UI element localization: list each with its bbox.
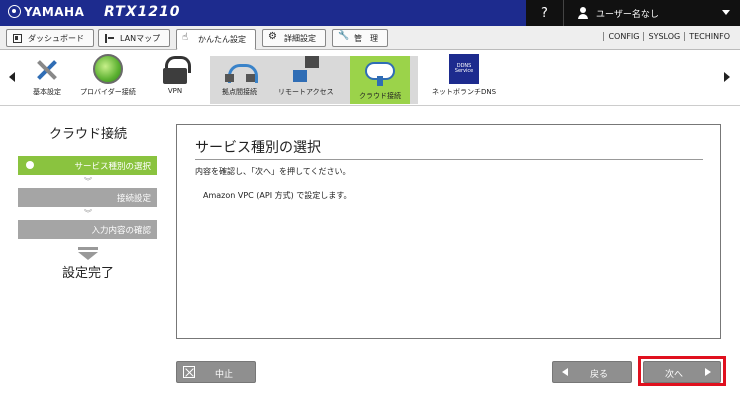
wizard-title: クラウド接続 xyxy=(48,127,127,142)
yamaha-emblem-icon xyxy=(8,5,21,18)
user-icon xyxy=(578,7,588,19)
feature-netvolante-dns[interactable]: DDNS Service ネットボランチDNS xyxy=(432,54,496,102)
wizard-step-connection-settings: 接続設定 xyxy=(18,188,157,207)
user-name: ユーザー名なし xyxy=(596,9,659,20)
feature-label: ネットボランチDNS xyxy=(432,88,497,96)
feature-label: 基本設定 xyxy=(33,88,61,96)
feature-remote-access[interactable]: リモートアクセス xyxy=(278,54,334,102)
syslog-link[interactable]: SYSLOG xyxy=(643,32,684,41)
next-button[interactable]: 次へ xyxy=(643,361,721,383)
feature-label: リモートアクセス xyxy=(278,88,334,96)
tools-icon xyxy=(32,54,62,84)
button-label: 中止 xyxy=(215,370,234,380)
title-divider xyxy=(195,159,703,160)
left-arrow-icon xyxy=(562,368,568,376)
button-label: 戻る xyxy=(590,370,609,380)
feature-label: 拠点間接続 xyxy=(222,88,257,96)
feature-label: プロバイダー接続 xyxy=(80,88,136,96)
chevron-down-icon: ︾ xyxy=(84,209,92,218)
tab-label: ダッシュボード xyxy=(28,33,84,43)
wrench-icon xyxy=(338,31,349,43)
header-links: CONFIG SYSLOG TECHINFO xyxy=(603,32,734,41)
ddns-badge-line: Service xyxy=(454,68,474,74)
tab-lan-map[interactable]: LANマップ xyxy=(98,29,170,47)
model-name: RTX1210 xyxy=(104,4,181,20)
right-arrow-icon xyxy=(705,368,711,376)
chevron-down-icon: ︾ xyxy=(84,177,92,186)
header-right: ? ユーザー名なし xyxy=(526,0,740,26)
remote-access-icon xyxy=(291,54,321,84)
lock-icon xyxy=(160,54,191,84)
feature-cloud-connection[interactable]: クラウド接続 xyxy=(350,56,410,104)
feature-vpn[interactable]: VPN xyxy=(160,54,191,102)
tab-easy-setup[interactable]: かんたん設定 xyxy=(176,29,256,50)
site-connection-icon xyxy=(224,54,258,84)
ddns-icon: DDNS Service xyxy=(449,54,480,84)
panel-title: サービス種別の選択 xyxy=(195,140,321,156)
feature-provider-connection[interactable]: プロバイダー接続 xyxy=(80,54,136,102)
current-step-dot-icon xyxy=(26,161,34,169)
feature-label: VPN xyxy=(167,87,183,95)
main-tabs: ダッシュボード LANマップ かんたん設定 詳細設定 管 理 CONFIG SY… xyxy=(0,26,740,50)
back-button[interactable]: 戻る xyxy=(552,361,632,383)
feature-site-connection[interactable]: 拠点間接続 xyxy=(222,54,258,102)
globe-icon xyxy=(92,54,123,84)
tab-label: LANマップ xyxy=(120,33,161,43)
tab-advanced-settings[interactable]: 詳細設定 xyxy=(262,29,326,47)
help-button[interactable]: ? xyxy=(526,0,564,26)
tab-label: 詳細設定 xyxy=(284,33,316,43)
feature-label: クラウド接続 xyxy=(359,92,401,100)
close-icon xyxy=(183,366,195,378)
scroll-right-icon[interactable] xyxy=(724,72,730,82)
content-panel: サービス種別の選択 内容を確認し、「次へ」を押してください。 Amazon VP… xyxy=(176,124,721,339)
wizard-step-complete: 設定完了 xyxy=(61,266,114,281)
wizard-step-service-type: サービス種別の選択 xyxy=(18,156,157,175)
panel-instruction: 内容を確認し、「次へ」を押してください。 xyxy=(195,167,351,176)
app-header: YAMAHA RTX1210 ? ユーザー名なし xyxy=(0,0,740,26)
button-label: 次へ xyxy=(665,370,684,380)
user-menu[interactable]: ユーザー名なし xyxy=(564,0,740,26)
wizard-step-confirm: 入力内容の確認 xyxy=(18,220,157,239)
step-label: 接続設定 xyxy=(116,193,151,204)
caret-down-icon xyxy=(722,10,730,15)
scroll-left-icon[interactable] xyxy=(9,72,15,82)
tab-dashboard[interactable]: ダッシュボード xyxy=(6,29,94,47)
hand-icon xyxy=(182,32,192,44)
cloud-icon xyxy=(365,58,395,88)
tab-label: 管 理 xyxy=(354,33,378,43)
brand-name: YAMAHA xyxy=(24,5,85,19)
lan-map-icon xyxy=(105,33,114,43)
panel-summary: Amazon VPC (API 方式) で設定します。 xyxy=(203,191,352,200)
tab-label: かんたん設定 xyxy=(198,35,246,44)
step-label: サービス種別の選択 xyxy=(74,161,151,172)
down-arrow-icon xyxy=(78,247,98,261)
cancel-button[interactable]: 中止 xyxy=(176,361,256,383)
config-link[interactable]: CONFIG xyxy=(603,32,643,41)
dashboard-icon xyxy=(13,33,22,43)
techinfo-link[interactable]: TECHINFO xyxy=(684,32,734,41)
feature-basic-settings[interactable]: 基本設定 xyxy=(32,54,62,102)
gear-icon xyxy=(268,31,278,43)
tab-management[interactable]: 管 理 xyxy=(332,29,388,47)
step-label: 入力内容の確認 xyxy=(91,225,151,236)
yamaha-logo: YAMAHA xyxy=(8,5,84,19)
feature-strip: 基本設定 プロバイダー接続 VPN 拠点間接続 リモートアクセス クラウド接続 … xyxy=(0,50,740,106)
